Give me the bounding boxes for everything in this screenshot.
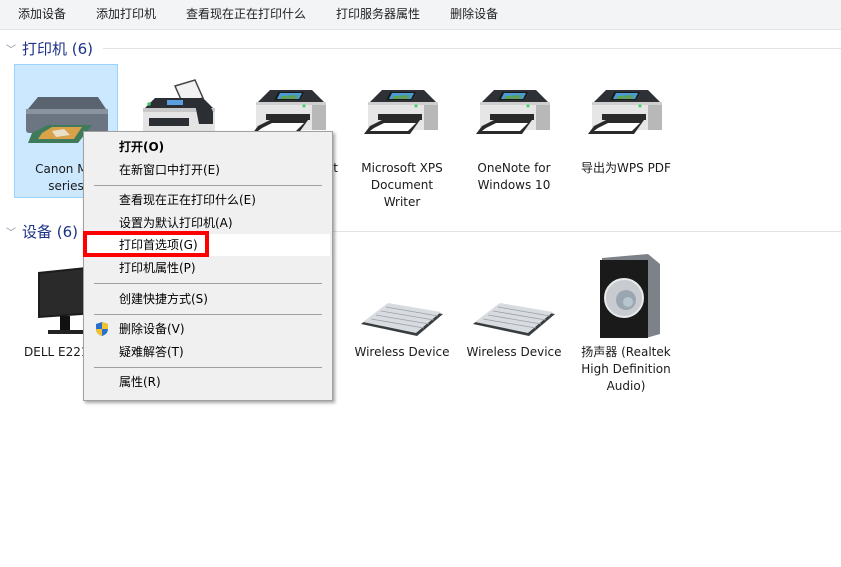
printer-item-onenote[interactable]: OneNote for Windows 10 [462,64,566,194]
printer-item-wps-pdf[interactable]: 导出为WPS PDF [574,64,678,177]
menu-item-label: 删除设备(V) [119,322,185,336]
menu-item-see-whats-printing[interactable]: 查看现在正在打印什么(E) [86,189,330,211]
printer-icon [462,64,566,148]
menu-item-troubleshoot[interactable]: 疑难解答(T) [86,341,330,363]
device-label: 扬声器 (Realtek High Definition Audio) [581,345,671,393]
menu-separator [94,314,322,315]
printer-icon [574,64,678,148]
menu-item-printer-properties[interactable]: 打印机属性(P) [86,257,330,279]
printer-label: Microsoft XPS Document Writer [361,161,443,209]
device-item-wireless-1[interactable]: Wireless Device [350,254,454,361]
device-label: Wireless Device [466,345,562,359]
menu-item-open-new-window[interactable]: 在新窗口中打开(E) [86,159,330,181]
chevron-down-icon[interactable]: ﹀ [6,224,20,239]
menu-item-properties[interactable]: 属性(R) [86,371,330,393]
add-device-button[interactable]: 添加设备 [0,0,81,29]
menu-item-remove-device[interactable]: 删除设备(V) [86,318,330,340]
see-whats-printing-button[interactable]: 查看现在正在打印什么 [171,0,321,29]
printer-label: OneNote for Windows 10 [477,161,551,192]
menu-separator [94,367,322,368]
menu-separator [94,283,322,284]
printer-icon [350,64,454,148]
menu-item-create-shortcut[interactable]: 创建快捷方式(S) [86,288,330,310]
annotation-highlight-box [83,231,209,257]
menu-item-open[interactable]: 打开(O) [86,136,330,158]
section-divider [103,47,841,49]
print-server-properties-button[interactable]: 打印服务器属性 [321,0,435,29]
remove-device-button[interactable]: 删除设备 [435,0,513,29]
section-title: 打印机 (6) [22,39,94,58]
context-menu: 打开(O) 在新窗口中打开(E) 查看现在正在打印什么(E) 设置为默认打印机(… [83,131,333,401]
menu-separator [94,185,322,186]
device-item-speaker[interactable]: 扬声器 (Realtek High Definition Audio) [574,254,678,395]
keyboard-icon [350,254,454,338]
printers-section-header[interactable]: ﹀ 打印机 (6) [0,38,841,58]
keyboard-icon [462,254,566,338]
printer-label: 导出为WPS PDF [581,161,671,175]
device-item-wireless-2[interactable]: Wireless Device [462,254,566,361]
chevron-down-icon[interactable]: ﹀ [6,41,20,56]
device-label: Wireless Device [354,345,450,359]
speaker-icon [574,254,678,338]
printer-item-xps[interactable]: Microsoft XPS Document Writer [350,64,454,211]
section-title: 设备 (6) [22,222,79,241]
add-printer-button[interactable]: 添加打印机 [81,0,171,29]
command-bar: 添加设备 添加打印机 查看现在正在打印什么 打印服务器属性 删除设备 [0,0,841,30]
